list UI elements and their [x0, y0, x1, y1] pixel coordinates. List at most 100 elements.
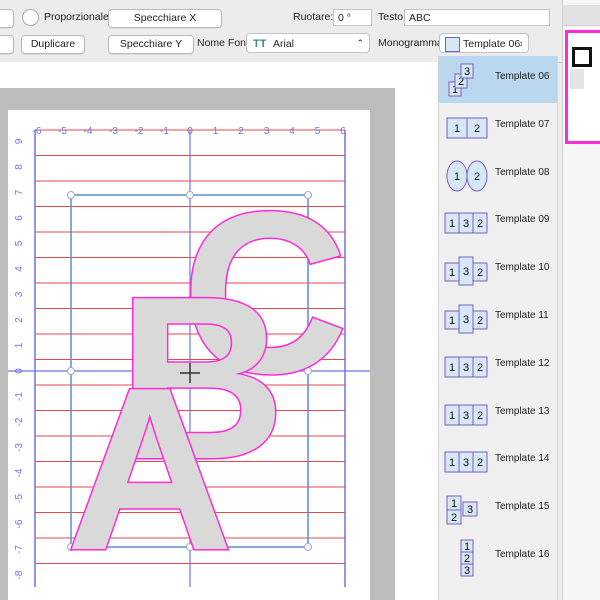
- template-item[interactable]: 1 3 2 Template 10: [439, 247, 557, 294]
- monogram-letter-a[interactable]: A: [65, 339, 236, 600]
- template-label: Template 09: [495, 214, 550, 226]
- template-item[interactable]: 1 3 2 Template 14: [439, 438, 557, 485]
- svg-text:3: 3: [463, 218, 469, 230]
- y-ruler-tick: -7: [14, 545, 25, 554]
- y-ruler-tick: -4: [14, 468, 25, 477]
- svg-text:2: 2: [477, 218, 483, 230]
- y-ruler-tick: 2: [14, 317, 25, 323]
- y-ruler-tick: 7: [14, 189, 25, 195]
- chevron-updown-icon: ↕: [519, 39, 523, 48]
- svg-text:2: 2: [474, 123, 480, 135]
- proportional-label: Proporzionale: [44, 11, 109, 23]
- template-label: Template 16: [495, 549, 550, 560]
- template-item[interactable]: 1 3 2 Template 09: [439, 199, 557, 246]
- template-label: Template 08: [495, 166, 550, 178]
- svg-text:2: 2: [477, 315, 483, 327]
- svg-text:2: 2: [451, 512, 457, 524]
- mirror-y-button[interactable]: Specchiare Y: [108, 35, 194, 54]
- font-select[interactable]: TT Arial ⌃: [246, 33, 370, 53]
- text-input[interactable]: ABC: [404, 9, 550, 26]
- template-item[interactable]: 1 3 2 Template 11: [439, 295, 557, 342]
- y-ruler-tick: -8: [14, 570, 25, 579]
- svg-text:3: 3: [463, 410, 469, 422]
- svg-text:2: 2: [477, 362, 483, 374]
- template-label: Template 12: [495, 357, 550, 369]
- oval-pair-icon: 12: [446, 160, 488, 192]
- template-label: Template 15: [495, 501, 550, 513]
- truncated-left-button-1[interactable]: [0, 9, 14, 28]
- thumbnail-frame[interactable]: [565, 30, 600, 144]
- svg-text:1: 1: [449, 410, 455, 422]
- template-label: Template 06: [495, 71, 550, 82]
- y-ruler-tick: -1: [14, 392, 25, 401]
- x-ruler-tick: 4: [289, 126, 295, 137]
- y-ruler-tick: -2: [14, 417, 25, 426]
- template-item[interactable]: 1 3 2 Template 12: [439, 343, 557, 390]
- svg-text:1: 1: [449, 315, 455, 327]
- y-ruler-tick: 5: [14, 240, 25, 246]
- y-ruler-tick: 0: [14, 368, 25, 374]
- rotate-input[interactable]: 0 °: [333, 9, 372, 26]
- toolbar: Proporzionale Specchiare X Ruotare: 0 ° …: [0, 0, 562, 63]
- svg-text:3: 3: [463, 314, 469, 326]
- y-ruler-tick: 8: [14, 164, 25, 170]
- template-label: Template 11: [495, 310, 549, 321]
- template-item[interactable]: 1 3 2 Template 13: [439, 391, 557, 438]
- svg-text:1: 1: [464, 541, 470, 553]
- template-label: Template 14: [495, 453, 550, 465]
- monogram-template-icon: ​: [445, 37, 460, 52]
- x-ruler-tick: 2: [238, 126, 244, 137]
- text-label: Testo: [378, 11, 404, 23]
- thumbnail-square-icon: [572, 47, 592, 67]
- monogram-select-value: Template 06: [463, 38, 521, 50]
- svg-text:3: 3: [464, 66, 470, 78]
- svg-text:1: 1: [449, 218, 455, 230]
- svg-text:3: 3: [463, 266, 469, 278]
- panel-tab: [563, 5, 600, 26]
- x-ruler-tick: 5: [315, 126, 321, 137]
- y-ruler-tick: 1: [14, 342, 25, 348]
- mirror-x-button[interactable]: Specchiare X: [108, 9, 222, 28]
- y-ruler-tick: 9: [14, 138, 25, 144]
- truncated-left-button-2[interactable]: [0, 35, 14, 54]
- proportional-checkbox[interactable]: [22, 9, 39, 26]
- svg-text:1: 1: [449, 267, 455, 279]
- stacked-diagonal-icon: 123: [448, 63, 474, 97]
- triple-arrow-icon: 132: [444, 451, 488, 473]
- x-ruler-tick: -1: [160, 126, 169, 137]
- template-label: Template 10: [495, 262, 550, 274]
- x-ruler-tick: 6: [340, 126, 346, 137]
- monogram-select[interactable]: ​ Template 06 ↕: [439, 33, 529, 53]
- svg-text:3: 3: [464, 565, 470, 577]
- monogram-label: Monogramma: [378, 37, 443, 49]
- triple-diamond-icon: 132: [444, 404, 488, 426]
- font-label: Nome Font: [197, 37, 249, 49]
- svg-text:2: 2: [474, 171, 480, 183]
- x-ruler-tick: 3: [264, 126, 270, 137]
- template-item[interactable]: 1 2 3 Template 06: [439, 56, 557, 103]
- template-label: Template 07: [495, 118, 550, 130]
- svg-text:1: 1: [449, 362, 455, 374]
- template-item[interactable]: 1 2 3 Template 15: [439, 486, 557, 533]
- hourglass-pair-icon: 12: [446, 117, 488, 139]
- stacked-left-icon: 1 23: [446, 495, 478, 525]
- duplicate-button[interactable]: Duplicare: [21, 35, 85, 54]
- svg-text:2: 2: [477, 267, 483, 279]
- design-grid: -6 -5 -4 -3 -2 -1 0 1 2 3 4 5 6 9 8 7 6 5 4 3 2 1 0 -1 -2 -3 -4 -5 -…: [8, 126, 370, 600]
- svg-text:1: 1: [454, 171, 460, 183]
- template-item[interactable]: 1 2 3 Template 16: [439, 534, 557, 581]
- thumbnail-strip: [570, 69, 584, 89]
- x-ruler-tick: -3: [109, 126, 118, 137]
- svg-text:2: 2: [477, 410, 483, 422]
- thumbnail-panel: 1: [562, 0, 600, 600]
- svg-text:3: 3: [463, 457, 469, 469]
- x-ruler-tick: -4: [84, 126, 93, 137]
- y-ruler-tick: -6: [14, 519, 25, 528]
- svg-text:1: 1: [449, 457, 455, 469]
- template-item[interactable]: 1 2 Template 08: [439, 152, 557, 199]
- template-item[interactable]: 1 2 Template 07: [439, 104, 557, 151]
- x-ruler-tick: -5: [58, 126, 67, 137]
- y-ruler-tick: -5: [14, 494, 25, 503]
- y-ruler-tick: 6: [14, 215, 25, 221]
- y-ruler-tick: 3: [14, 291, 25, 297]
